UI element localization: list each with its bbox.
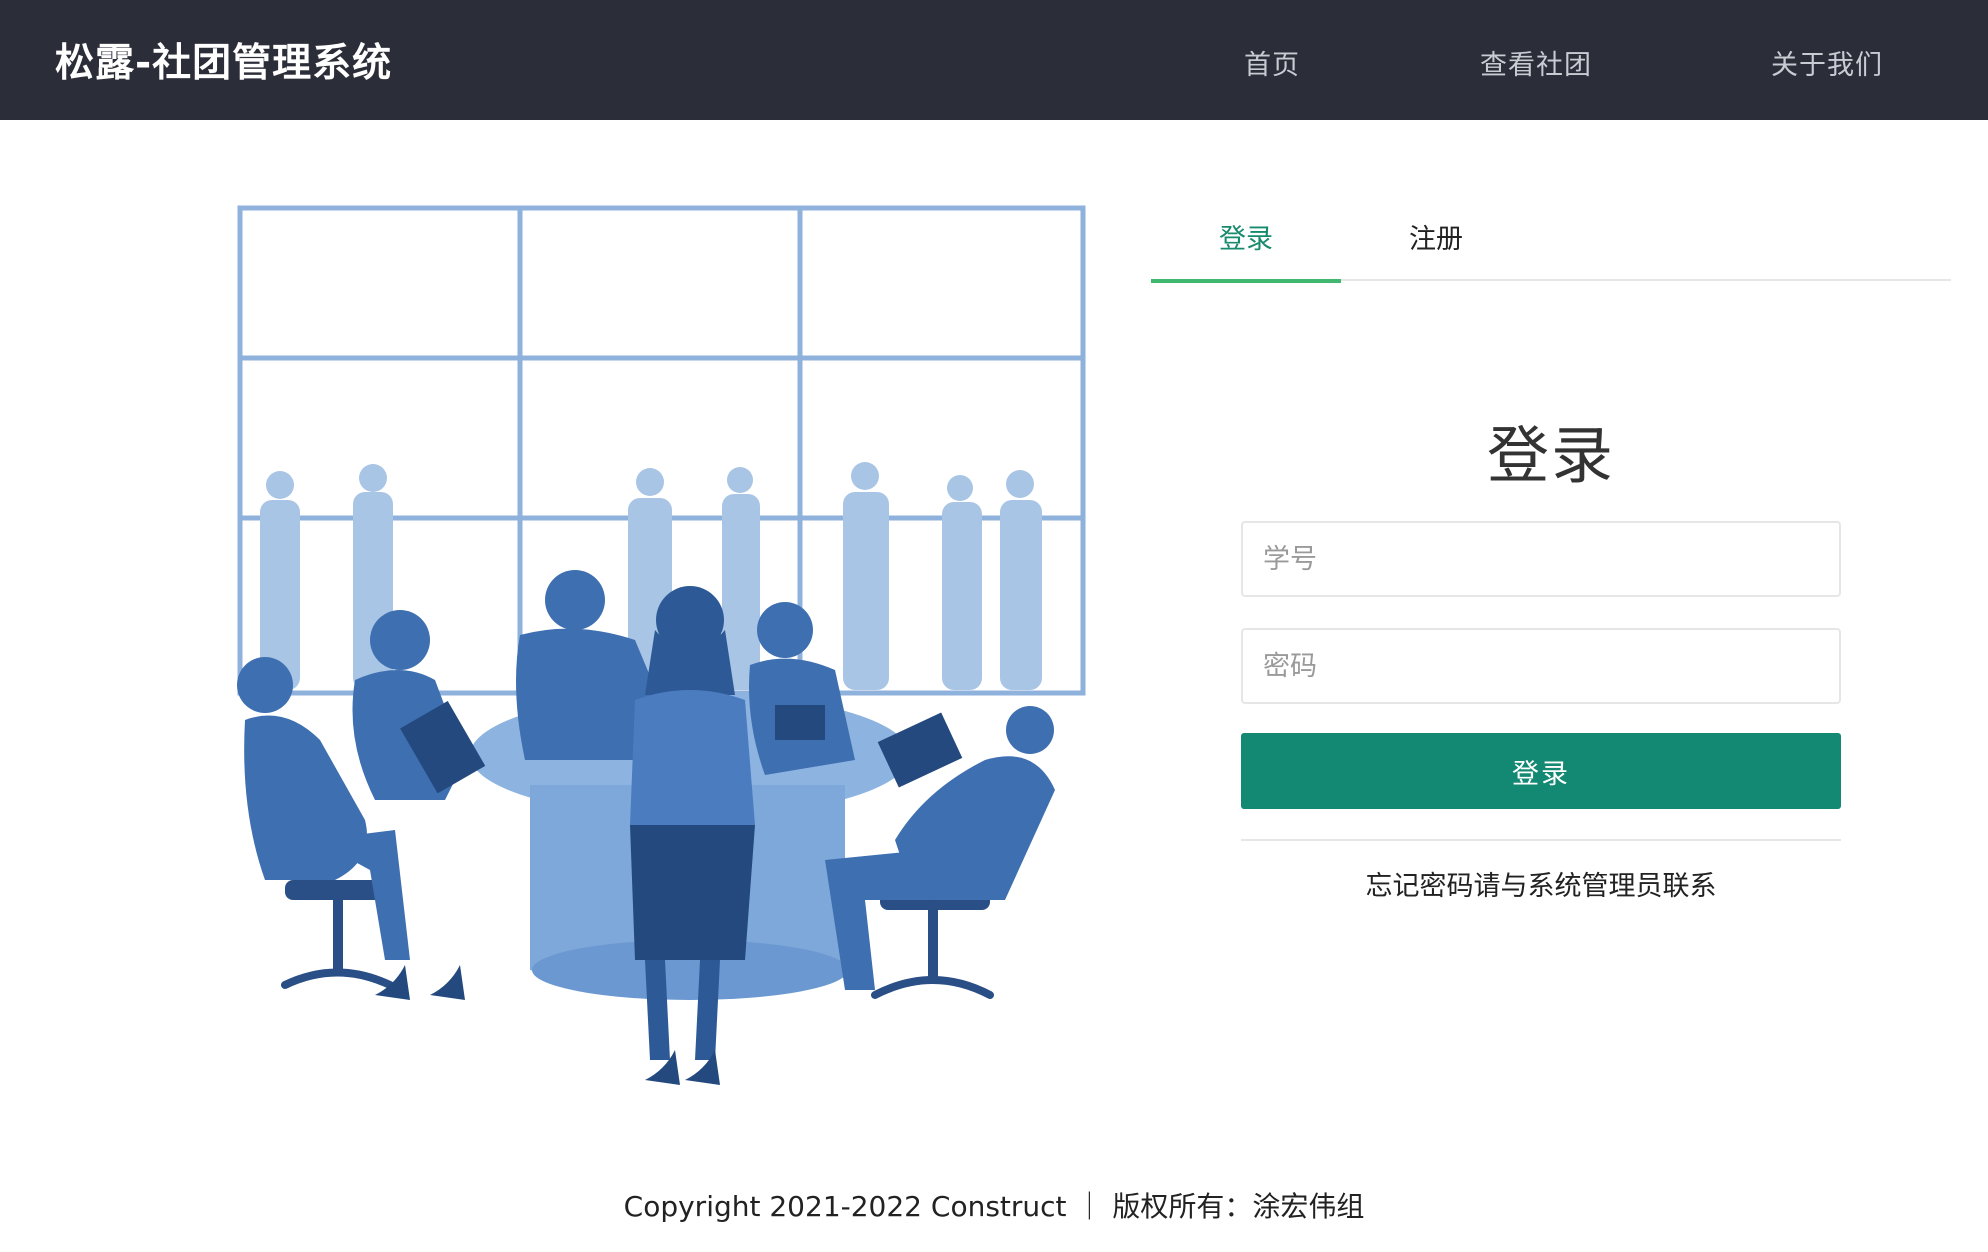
- team-meeting-icon: [237, 205, 1086, 1085]
- top-navbar: 松露-社团管理系统 首页 查看社团 关于我们: [0, 0, 1988, 120]
- nav-link-home[interactable]: 首页: [1244, 43, 1300, 82]
- nav-link-about[interactable]: 关于我们: [1771, 43, 1883, 82]
- forgot-password-note: 忘记密码请与系统管理员联系: [1365, 871, 1717, 902]
- nav-link-clubs[interactable]: 查看社团: [1480, 43, 1592, 82]
- brand-title[interactable]: 松露-社团管理系统: [55, 32, 392, 88]
- login-button[interactable]: 登录: [1241, 733, 1841, 809]
- footer-copyright: Copyright 2021-2022 Construct ｜ 版权所有：涂宏伟…: [623, 1190, 1365, 1223]
- tab-login[interactable]: 登录: [1151, 205, 1341, 283]
- team-meeting-illustration: [225, 200, 1105, 1100]
- form-title: 登录: [1486, 419, 1615, 492]
- password-input[interactable]: [1241, 628, 1841, 704]
- form-divider: [1241, 839, 1841, 841]
- student-id-input[interactable]: [1241, 521, 1841, 597]
- tab-register[interactable]: 注册: [1341, 205, 1531, 281]
- auth-tabs: 登录 注册: [1151, 205, 1951, 283]
